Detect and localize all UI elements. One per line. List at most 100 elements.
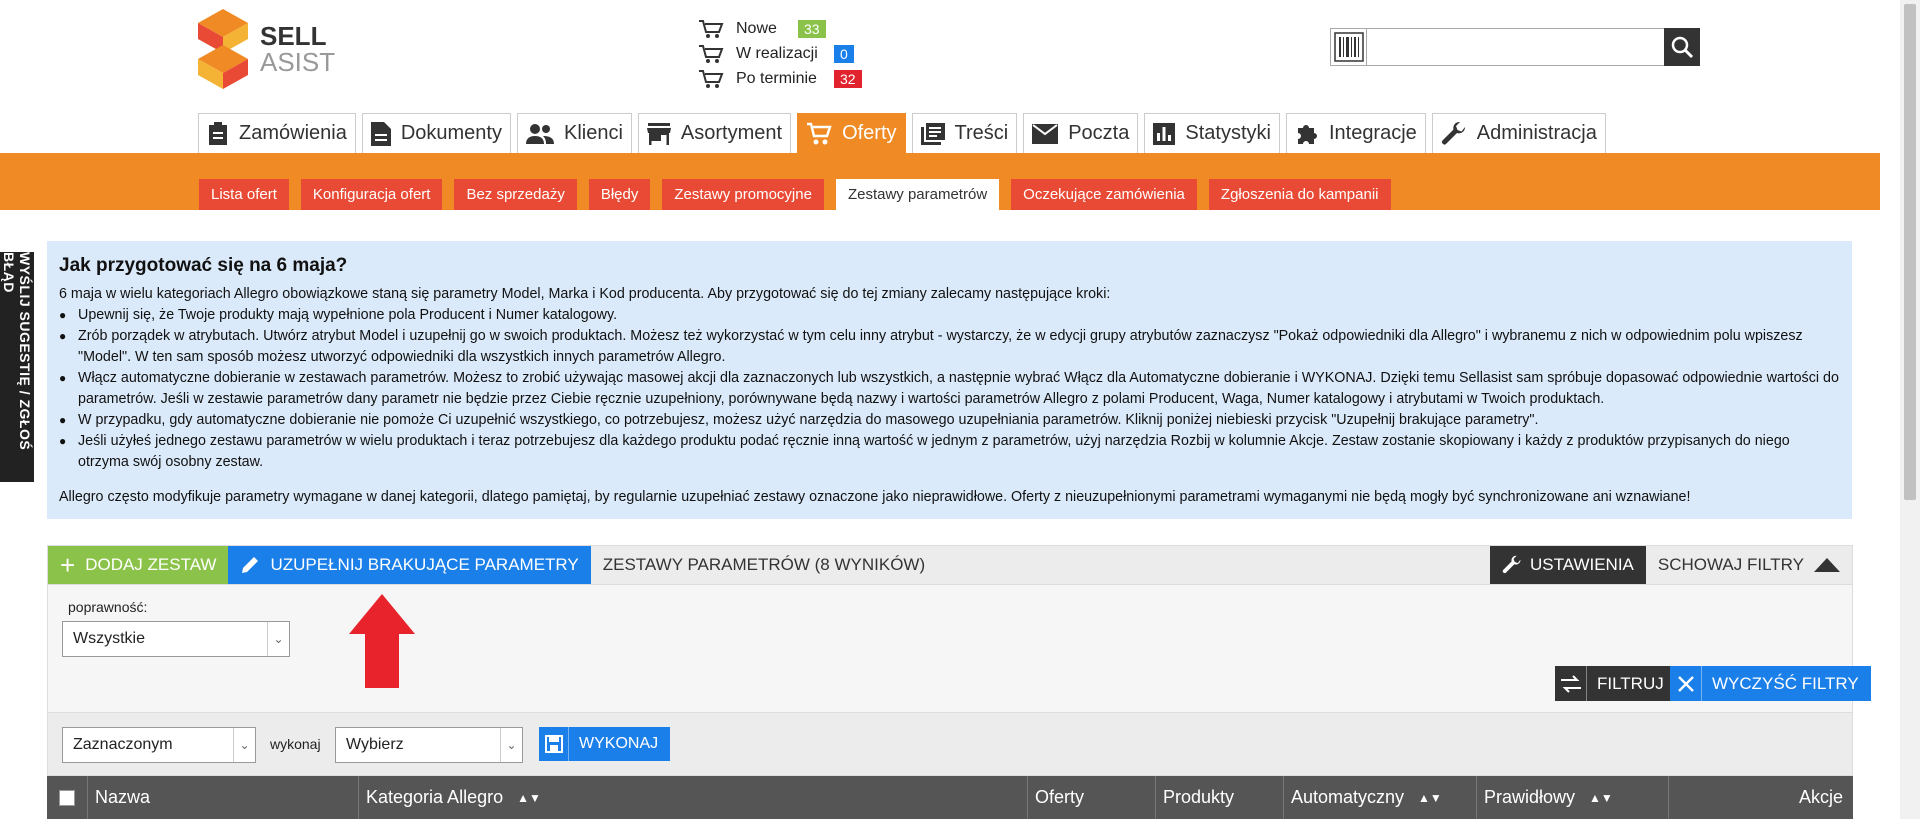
execute-button-label: WYKONAJ [579,735,659,752]
feedback-tab-label: WYŚLIJ SUGESTIĘ / ZGŁOŚ BŁĄD [1,252,33,451]
poprawnosc-select[interactable]: Wszystkie ⌄ [62,621,290,657]
column-header-label: Kategoria Allegro [366,787,504,807]
nav-item-zamowienia[interactable]: Zamówienia [198,113,356,153]
wrench-icon [1502,555,1521,574]
poprawnosc-value: Wszystkie [73,630,145,647]
cart-icon [807,122,832,144]
info-bullet: Jeśli użyłeś jednego zestawu parametrów … [59,431,1840,473]
nav-item-poczta[interactable]: Poczta [1023,113,1139,153]
hide-filters-label: SCHOWAJ FILTRY [1657,555,1804,574]
nav-item-tresci[interactable]: Treści [911,113,1018,153]
chevron-up-icon [1814,558,1840,572]
clear-filters-label: WYCZYŚĆ FILTRY [1712,673,1859,693]
list-toolbar: + DODAJ ZESTAW UZUPEŁNIJ BRAKUJĄCE PARAM… [47,545,1853,585]
order-summary-in-progress[interactable]: W realizacji 0 [698,41,862,66]
fill-missing-params-button[interactable]: UZUPEŁNIJ BRAKUJĄCE PARAMETRY [228,546,591,584]
content-icon [920,122,945,145]
save-icon [539,727,569,761]
nav-item-label: Treści [954,122,1009,144]
puzzle-icon [1297,124,1317,144]
close-icon [1670,666,1702,701]
info-list: Upewnij się, że Twoje produkty mają wype… [59,305,1840,473]
column-header-label: Produkty [1163,787,1235,807]
sub-nav: Lista ofert Konfiguracja ofert Bez sprze… [199,179,1391,210]
subnav-item-oczekujace-zamowienia[interactable]: Oczekujące zamówienia [1011,179,1197,210]
order-summary: Nowe 33 W realizacji 0 Po terminie 32 [698,16,862,91]
subnav-item-zgloszenia-do-kampanii[interactable]: Zgłoszenia do kampanii [1208,179,1391,210]
subnav-item-lista-ofert[interactable]: Lista ofert [199,179,289,210]
subnav-item-zestawy-parametrow[interactable]: Zestawy parametrów [835,179,1000,210]
search-button[interactable] [1664,28,1700,66]
column-header-label: Oferty [1035,787,1085,807]
column-header-oferty[interactable]: Oferty [1028,776,1156,819]
subnav-item-zestawy-promocyjne[interactable]: Zestawy promocyjne [662,179,824,210]
info-intro: 6 maja w wielu kategoriach Allegro obowi… [59,286,1111,302]
info-bullet: Upewnij się, że Twoje produkty mają wype… [59,305,1840,326]
sort-icon[interactable]: ▲▼ [517,791,541,805]
scrollbar-thumb[interactable] [1904,4,1916,500]
column-header-prawidlowy[interactable]: Prawidłowy ▲▼ [1477,776,1669,819]
nav-item-dokumenty[interactable]: Dokumenty [361,113,511,153]
nav-item-label: Integracje [1328,122,1417,144]
filter-button[interactable]: FILTRUJ [1555,666,1676,701]
column-header-kategoria-allegro[interactable]: Kategoria Allegro ▲▼ [359,776,1028,819]
pencil-icon [242,557,259,573]
wrench-icon [1441,121,1465,144]
count-badge: 33 [798,19,826,38]
document-icon [370,121,391,146]
column-header-produkty[interactable]: Produkty [1156,776,1284,819]
chevron-down-icon: ⌄ [500,728,522,762]
nav-item-asortyment[interactable]: Asortyment [637,113,792,153]
nav-item-integracje[interactable]: Integracje [1285,113,1426,153]
select-all-checkbox[interactable] [59,789,75,806]
clear-filters-button[interactable]: WYCZYŚĆ FILTRY [1670,666,1871,701]
order-summary-new[interactable]: Nowe 33 [698,16,862,41]
nav-item-label: Statystyki [1185,122,1271,144]
add-set-button[interactable]: + DODAJ ZESTAW [48,546,229,584]
nav-item-statystyki[interactable]: Statystyki [1144,113,1280,153]
settings-button[interactable]: USTAWIENIA [1490,546,1646,584]
sellasist-logo[interactable]: SELL ASIST [198,8,338,90]
sort-icon[interactable]: ▲▼ [1589,791,1613,805]
mail-icon [1032,123,1059,144]
barcode-icon[interactable] [1331,29,1367,65]
select-all-header [47,776,88,819]
info-bullet: W przypadku, gdy automatyczne dobieranie… [59,410,1840,431]
search-input[interactable] [1367,29,1664,65]
order-summary-label: Nowe [736,19,777,37]
order-summary-label: W realizacji [736,44,818,62]
chevron-down-icon: ⌄ [233,728,255,762]
search-icon [1671,36,1694,59]
subnav-item-konfiguracja-ofert[interactable]: Konfiguracja ofert [300,179,443,210]
subnav-item-bledy[interactable]: Błędy [588,179,651,210]
results-title: ZESTAWY PARAMETRÓW (8 WYNIKÓW) [602,555,926,574]
poprawnosc-label: poprawność: [68,599,148,615]
sort-icon[interactable]: ▲▼ [1418,791,1442,805]
clipboard-icon [209,121,227,145]
bulk-action-bar: Zaznaczonym ⌄ wykonaj Wybierz ⌄ WYKONAJ [47,712,1853,776]
info-footer: Allegro często modyfikuje parametry wyma… [59,489,1691,505]
people-icon [525,123,554,144]
subnav-item-bez-sprzedazy[interactable]: Bez sprzedaży [454,179,577,210]
swap-arrows-icon [1555,666,1587,701]
order-summary-label: Po terminie [736,69,817,87]
order-summary-overdue[interactable]: Po terminie 32 [698,66,862,91]
nav-item-label: Oferty [842,122,897,144]
settings-label: USTAWIENIA [1530,555,1634,574]
page-scrollbar[interactable] [1900,0,1920,819]
scope-select[interactable]: Zaznaczonym ⌄ [62,727,256,763]
fill-missing-params-label: UZUPEŁNIJ BRAKUJĄCE PARAMETRY [270,555,579,574]
execute-button[interactable]: WYKONAJ [539,727,671,761]
column-header-label: Nazwa [95,787,151,807]
column-header-nazwa[interactable]: Nazwa [88,776,359,819]
nav-item-label: Poczta [1068,122,1130,144]
hide-filters-button[interactable]: SCHOWAJ FILTRY [1645,546,1852,584]
feedback-tab[interactable]: WYŚLIJ SUGESTIĘ / ZGŁOŚ BŁĄD [0,252,34,482]
column-header-automatyczny[interactable]: Automatyczny ▲▼ [1284,776,1477,819]
nav-item-administracja[interactable]: Administracja [1431,113,1606,153]
red-arrow-annotation [349,594,415,688]
nav-item-oferty[interactable]: Oferty [797,113,906,153]
action-select[interactable]: Wybierz ⌄ [335,727,523,763]
nav-item-label: Asortyment [680,122,783,144]
nav-item-klienci[interactable]: Klienci [516,113,632,153]
